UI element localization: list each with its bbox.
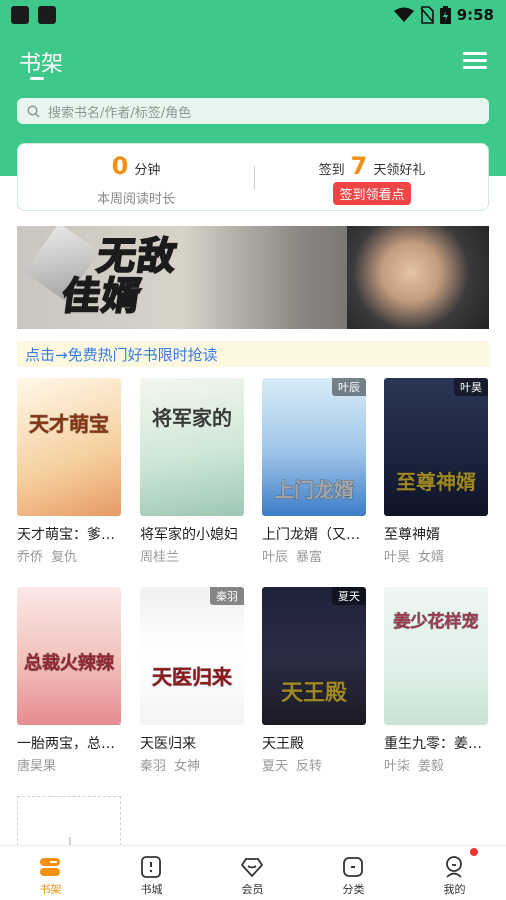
cover-author-badge: 叶辰 (332, 378, 366, 396)
bookstore-icon (141, 856, 161, 878)
nav-bookshelf[interactable]: 书架 (0, 846, 101, 900)
nav-bookstore[interactable]: 书城 (101, 846, 202, 900)
book-tags: 夏天 反转 (262, 759, 323, 774)
battery-icon (439, 6, 451, 24)
book-title: 天医归来 (140, 736, 196, 752)
search-icon (27, 104, 40, 118)
clock: 9:58 (456, 6, 494, 24)
profile-icon (446, 856, 462, 878)
search-placeholder: 搜索书名/作者/标签/角色 (48, 105, 192, 121)
nav-category[interactable]: 分类 (303, 846, 404, 900)
nav-profile[interactable]: 我的 (404, 846, 505, 900)
reading-card: 0 分钟 本周阅读时长 签到 7 天领好礼 签到领看点 (17, 143, 489, 211)
signin-section: 签到 7 天领好礼 签到领看点 (254, 144, 490, 212)
title-underline (30, 77, 44, 80)
book-cover[interactable]: 天才萌宝 (17, 378, 121, 516)
cover-author-badge: 秦羽 (210, 587, 244, 605)
book-tags: 秦羽 女神 (140, 759, 201, 774)
add-book-slot[interactable] (17, 796, 121, 847)
minutes-unit: 分钟 (134, 163, 161, 178)
nav-label: 书架 (39, 883, 62, 896)
book-title: 至尊神婿 (384, 527, 440, 543)
book-tags: 叶昊 女婿 (384, 550, 445, 565)
reading-time[interactable]: 0 分钟 本周阅读时长 (18, 144, 254, 212)
book-tags: 唐昊果 (17, 759, 57, 774)
nav-label: 分类 (342, 883, 365, 896)
page-title[interactable]: 书架 (19, 46, 63, 78)
promo-text: 点击→免费热门好书限时抢读 (25, 345, 218, 364)
member-icon (241, 858, 263, 877)
book-title: 天王殿 (262, 736, 304, 752)
banner-character (347, 226, 489, 329)
bottom-nav: 书架 书城 会员 分类 我的 (0, 845, 506, 900)
reading-time-label: 本周阅读时长 (96, 192, 175, 207)
book-title: 上门龙婿（又… (262, 527, 360, 543)
bookshelf-icon (40, 858, 60, 876)
nav-label: 书城 (140, 883, 163, 896)
cover-author-badge: 夏天 (332, 587, 366, 605)
wifi-icon (393, 7, 414, 22)
no-sim-icon (420, 6, 434, 24)
search-bar[interactable]: 搜索书名/作者/标签/角色 (17, 98, 489, 124)
app-notification-icon (38, 6, 56, 24)
book-tags: 叶辰 暴富 (262, 550, 323, 565)
nav-label: 我的 (443, 883, 466, 896)
book-title: 将军家的小媳妇 (140, 527, 238, 543)
book-cover[interactable]: 秦羽 天医归来 (140, 587, 244, 725)
menu-icon[interactable] (463, 52, 487, 70)
nav-member[interactable]: 会员 (202, 846, 303, 900)
signin-prefix: 签到 (318, 163, 345, 178)
status-bar: 9:58 (0, 0, 506, 30)
app-notification-icon (11, 6, 29, 24)
nav-label: 会员 (241, 883, 264, 896)
book-tags: 周桂兰 (140, 550, 180, 565)
book-cover[interactable]: 将军家的 (140, 378, 244, 516)
book-tags: 乔侨 复仇 (17, 550, 78, 565)
reading-minutes: 0 (111, 152, 129, 180)
book-cover[interactable]: 姜少花样宠 (384, 587, 488, 725)
promo-strip[interactable]: 点击→免费热门好书限时抢读 (17, 341, 489, 367)
book-cover[interactable]: 总裁火辣辣 (17, 587, 121, 725)
signin-button[interactable]: 签到领看点 (333, 182, 411, 205)
book-title: 一胎两宝，总… (17, 736, 115, 752)
book-cover[interactable]: 夏天 天王殿 (262, 587, 366, 725)
book-cover[interactable]: 叶辰 上门龙婿 (262, 378, 366, 516)
book-cover[interactable]: 叶昊 至尊神婿 (384, 378, 488, 516)
book-tags: 叶柒 姜毅 (384, 759, 445, 774)
promo-banner[interactable]: 无敌 佳婿 (17, 226, 489, 329)
book-title: 天才萌宝：爹… (17, 527, 115, 543)
category-icon (343, 857, 363, 877)
signin-suffix: 天领好礼 (373, 163, 426, 178)
signin-days: 7 (350, 152, 368, 180)
notification-dot (470, 848, 478, 856)
book-title: 重生九零：姜… (384, 736, 482, 752)
banner-title: 无敌 佳婿 (58, 233, 182, 319)
cover-author-badge: 叶昊 (454, 378, 488, 396)
